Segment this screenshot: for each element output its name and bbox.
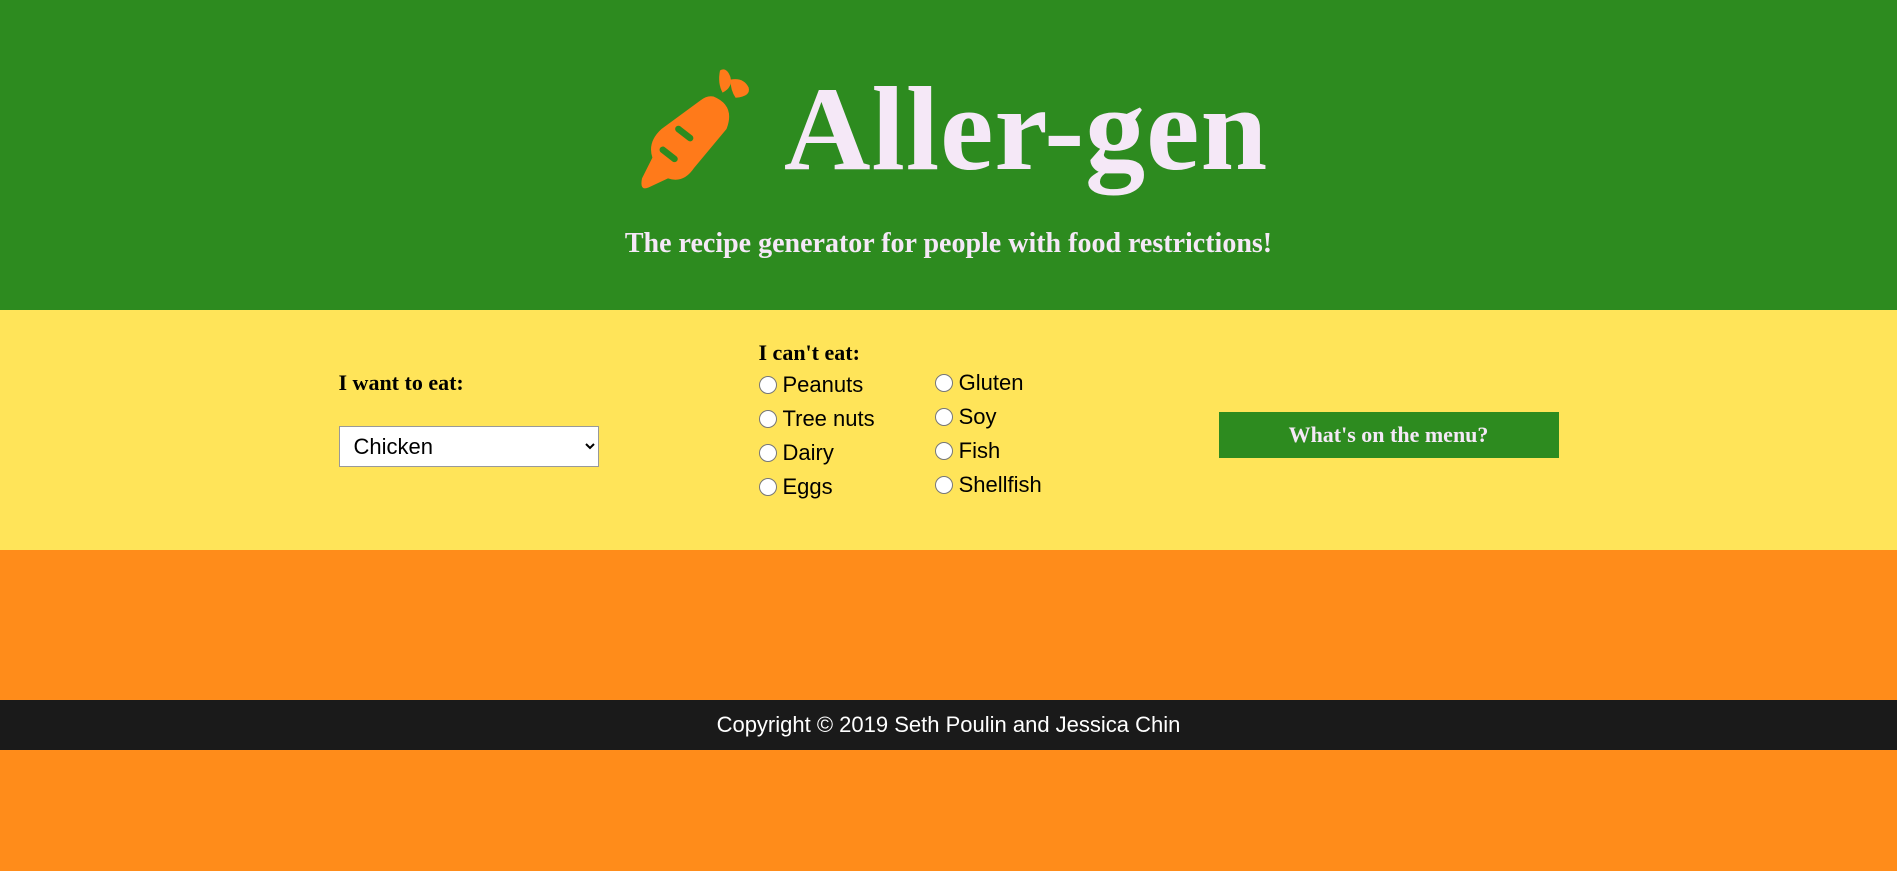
radio-item-dairy: Dairy xyxy=(759,440,875,466)
radio-item-fish: Fish xyxy=(935,438,1042,464)
app-title: Aller-gen xyxy=(784,60,1268,198)
radio-label[interactable]: Soy xyxy=(959,404,997,430)
results-section xyxy=(0,550,1897,700)
radio-item-gluten: Gluten xyxy=(935,370,1042,396)
radio-label[interactable]: Tree nuts xyxy=(783,406,875,432)
form-container: I want to eat: Chicken I can't eat: Pean… xyxy=(169,340,1729,500)
radio-label[interactable]: Gluten xyxy=(959,370,1024,396)
radio-shellfish[interactable] xyxy=(935,476,953,494)
radio-fish[interactable] xyxy=(935,442,953,460)
restrictions-left-column: I can't eat: Peanuts Tree nuts Dairy xyxy=(759,340,875,500)
footer: Copyright © 2019 Seth Poulin and Jessica… xyxy=(0,700,1897,750)
radio-label[interactable]: Fish xyxy=(959,438,1001,464)
radio-treenuts[interactable] xyxy=(759,410,777,428)
radio-group-left: Peanuts Tree nuts Dairy Eggs xyxy=(759,372,875,500)
button-column: What's on the menu? xyxy=(1219,340,1559,500)
restrictions-column: I can't eat: Peanuts Tree nuts Dairy xyxy=(759,340,1169,500)
radio-group-right: Gluten Soy Fish Shellfish xyxy=(935,370,1042,498)
form-section: I want to eat: Chicken I can't eat: Pean… xyxy=(0,310,1897,550)
radio-dairy[interactable] xyxy=(759,444,777,462)
radio-peanuts[interactable] xyxy=(759,376,777,394)
radio-label[interactable]: Eggs xyxy=(783,474,833,500)
radio-label[interactable]: Peanuts xyxy=(783,372,864,398)
header: Aller-gen The recipe generator for peopl… xyxy=(0,0,1897,310)
radio-label[interactable]: Dairy xyxy=(783,440,834,466)
radio-item-peanuts: Peanuts xyxy=(759,372,875,398)
radio-label[interactable]: Shellfish xyxy=(959,472,1042,498)
food-select[interactable]: Chicken xyxy=(339,426,599,467)
eat-label: I want to eat: xyxy=(339,370,709,396)
carrot-icon xyxy=(629,64,759,194)
radio-item-shellfish: Shellfish xyxy=(935,472,1042,498)
copyright-text: Copyright © 2019 Seth Poulin and Jessica… xyxy=(717,712,1181,737)
radio-item-eggs: Eggs xyxy=(759,474,875,500)
radio-gluten[interactable] xyxy=(935,374,953,392)
tagline: The recipe generator for people with foo… xyxy=(0,228,1897,260)
radio-item-soy: Soy xyxy=(935,404,1042,430)
radio-eggs[interactable] xyxy=(759,478,777,496)
menu-button[interactable]: What's on the menu? xyxy=(1219,412,1559,458)
restrictions-label: I can't eat: xyxy=(759,340,875,366)
radio-item-treenuts: Tree nuts xyxy=(759,406,875,432)
restrictions-right-column: Gluten Soy Fish Shellfish xyxy=(935,340,1042,500)
radio-soy[interactable] xyxy=(935,408,953,426)
logo-container: Aller-gen xyxy=(0,60,1897,198)
eat-column: I want to eat: Chicken xyxy=(339,340,709,500)
